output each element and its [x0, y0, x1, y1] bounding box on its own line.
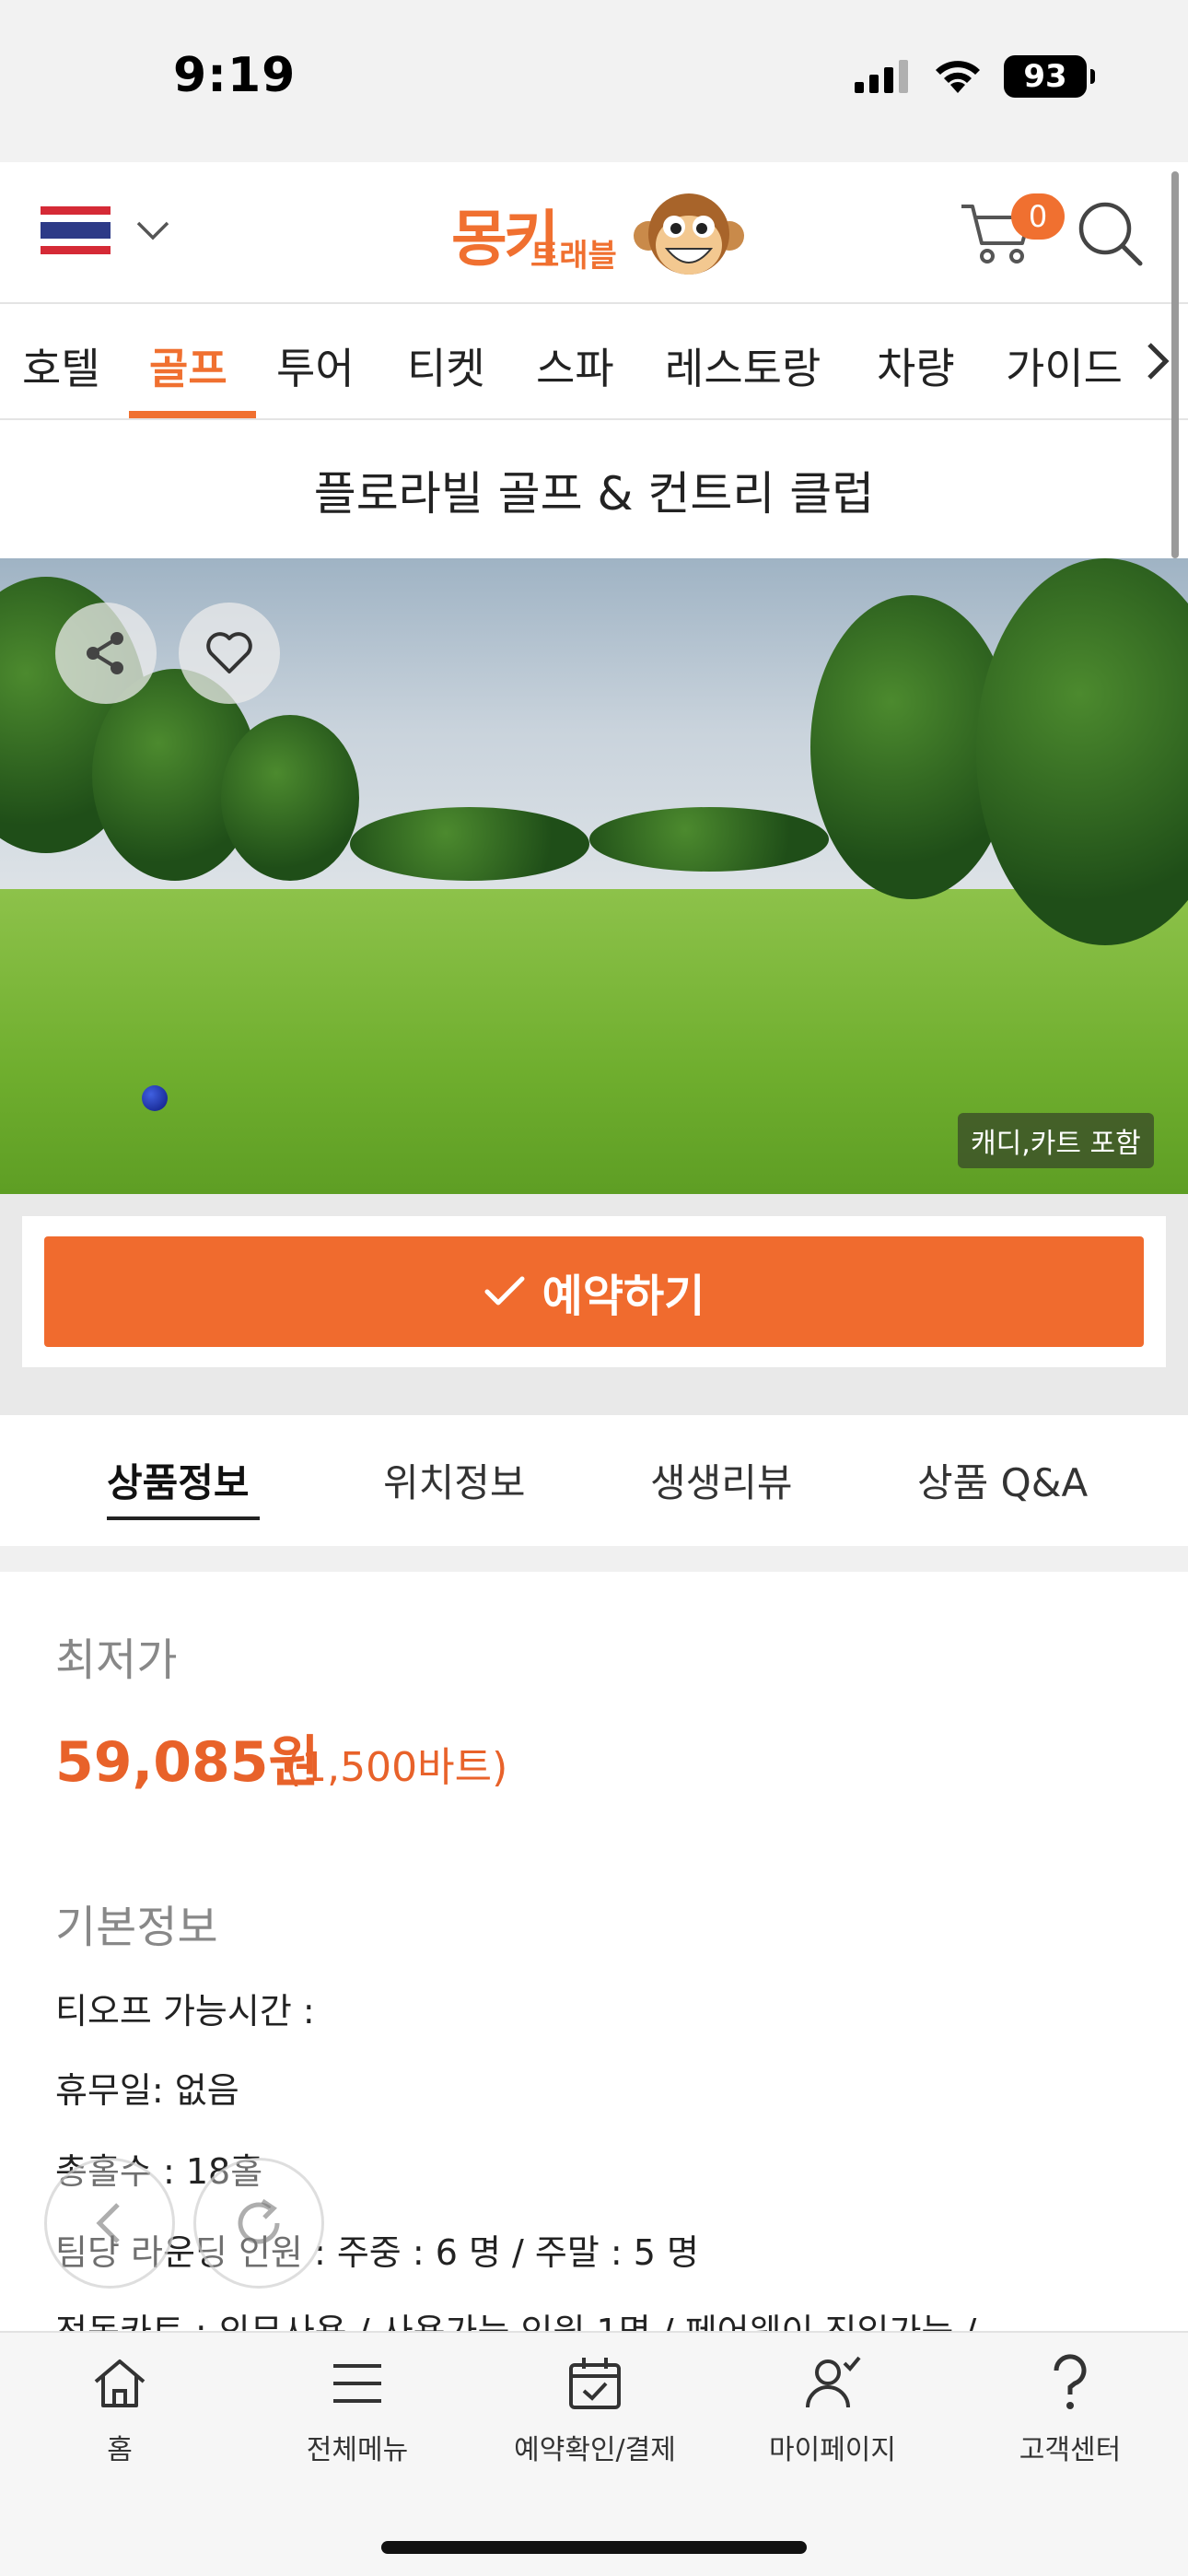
active-info-tab-indicator	[107, 1516, 260, 1520]
heart-icon	[206, 632, 252, 673]
page-title-bar: 플로라빌 골프 & 컨트리 클럽	[0, 422, 1188, 558]
tab-spa[interactable]: 스파	[536, 335, 614, 396]
share-button[interactable]	[55, 603, 157, 704]
tab-ticket[interactable]: 티켓	[407, 335, 485, 396]
chevron-left-icon	[96, 2203, 120, 2243]
favorite-button[interactable]	[179, 603, 280, 704]
nav-menu-label: 전체메뉴	[306, 2434, 409, 2466]
lowest-price-heading: 최저가	[55, 1634, 178, 1686]
tab-guide[interactable]: 가이드	[1006, 335, 1123, 396]
nav-mypage-label: 마이페이지	[769, 2434, 896, 2466]
product-info-content: 최저가 59,085원 (1,500바트) 기본정보 티오프 가능시간 : 휴무…	[0, 1572, 1188, 2336]
cart-button[interactable]: 0	[958, 190, 1065, 273]
basic-info-heading: 기본정보	[55, 1902, 218, 1953]
nav-home[interactable]: 홈	[18, 2351, 221, 2467]
nav-support-label: 고객센터	[1019, 2434, 1122, 2466]
share-icon	[87, 632, 123, 674]
category-nav: 호텔 골프 투어 티켓 스파 레스토랑 차량 가이드	[0, 304, 1188, 420]
question-mark-icon	[1038, 2351, 1102, 2416]
info-line-teeoff: 티오프 가능시간 :	[55, 1991, 315, 2032]
wifi-icon	[936, 61, 980, 93]
info-tabs: 상품정보 위치정보 생생리뷰 상품 Q&A	[0, 1415, 1188, 1546]
chevron-down-icon	[136, 221, 169, 240]
header: 몽키 트래블 0	[0, 162, 1188, 304]
tab-reviews[interactable]: 생생리뷰	[650, 1452, 793, 1508]
home-icon	[87, 2351, 152, 2416]
tab-location-info[interactable]: 위치정보	[383, 1452, 526, 1508]
tab-hotel[interactable]: 호텔	[22, 335, 100, 396]
golf-ball	[142, 1085, 168, 1111]
nav-menu[interactable]: 전체메뉴	[256, 2351, 459, 2467]
back-button[interactable]	[44, 2158, 175, 2289]
status-bar: 9:19 93	[0, 0, 1188, 162]
nav-mypage[interactable]: 마이페이지	[731, 2351, 934, 2467]
battery-icon: 93	[1004, 55, 1095, 98]
reserve-button[interactable]: 예약하기	[44, 1236, 1144, 1347]
price-thb: (1,500바트)	[285, 1744, 508, 1791]
menu-icon	[325, 2351, 390, 2416]
status-icons: 93	[855, 55, 1095, 98]
search-button[interactable]	[1076, 199, 1149, 273]
reserve-card: 예약하기	[22, 1216, 1166, 1367]
page-title: 플로라빌 골프 & 컨트리 클럽	[313, 467, 875, 521]
cellular-signal-icon	[855, 60, 908, 93]
bottom-nav: 홈 전체메뉴 예약확인/결제 마이페이지 고객센터	[0, 2331, 1188, 2576]
home-indicator[interactable]	[381, 2541, 807, 2554]
nav-reservations-label: 예약확인/결제	[514, 2434, 676, 2466]
logo[interactable]: 몽키 트래블	[451, 182, 746, 289]
tab-product-qa[interactable]: 상품 Q&A	[917, 1452, 1088, 1508]
tab-restaurant[interactable]: 레스토랑	[665, 335, 821, 396]
logo-subtext: 트래블	[530, 238, 617, 275]
scrollbar[interactable]	[1171, 171, 1179, 558]
nav-reservations[interactable]: 예약확인/결제	[494, 2351, 696, 2467]
country-selector[interactable]	[41, 206, 171, 255]
active-tab-indicator	[129, 411, 256, 418]
tab-vehicle[interactable]: 차량	[877, 335, 955, 396]
search-icon	[1078, 202, 1143, 266]
inclusion-badge: 캐디,카트 포함	[958, 1113, 1154, 1168]
tab-golf[interactable]: 골프	[149, 335, 227, 396]
tree	[221, 715, 359, 881]
check-icon	[484, 1276, 525, 1306]
thailand-flag-icon	[41, 206, 111, 255]
nav-support[interactable]: 고객센터	[969, 2351, 1171, 2467]
reserve-section: 예약하기	[0, 1194, 1188, 1415]
section-divider	[0, 1546, 1188, 1572]
battery-level: 93	[1023, 58, 1067, 95]
price-krw: 59,085원	[55, 1730, 320, 1795]
monkey-mascot-icon	[634, 193, 744, 275]
refresh-icon	[238, 2198, 280, 2244]
refresh-button[interactable]	[193, 2158, 324, 2289]
tab-product-info[interactable]: 상품정보	[107, 1452, 250, 1508]
tree	[589, 807, 829, 872]
reserve-button-label: 예약하기	[542, 1270, 705, 1322]
status-time: 9:19	[173, 48, 297, 103]
tab-tour[interactable]: 투어	[276, 335, 355, 396]
tree	[350, 807, 589, 881]
hero-image: 캐디,카트 포함	[0, 558, 1188, 1194]
nav-home-label: 홈	[107, 2434, 133, 2466]
user-check-icon	[800, 2351, 865, 2416]
calendar-check-icon	[563, 2351, 627, 2416]
cart-count-badge: 0	[1011, 193, 1065, 240]
info-line-holiday: 휴무일: 없음	[55, 2070, 239, 2111]
